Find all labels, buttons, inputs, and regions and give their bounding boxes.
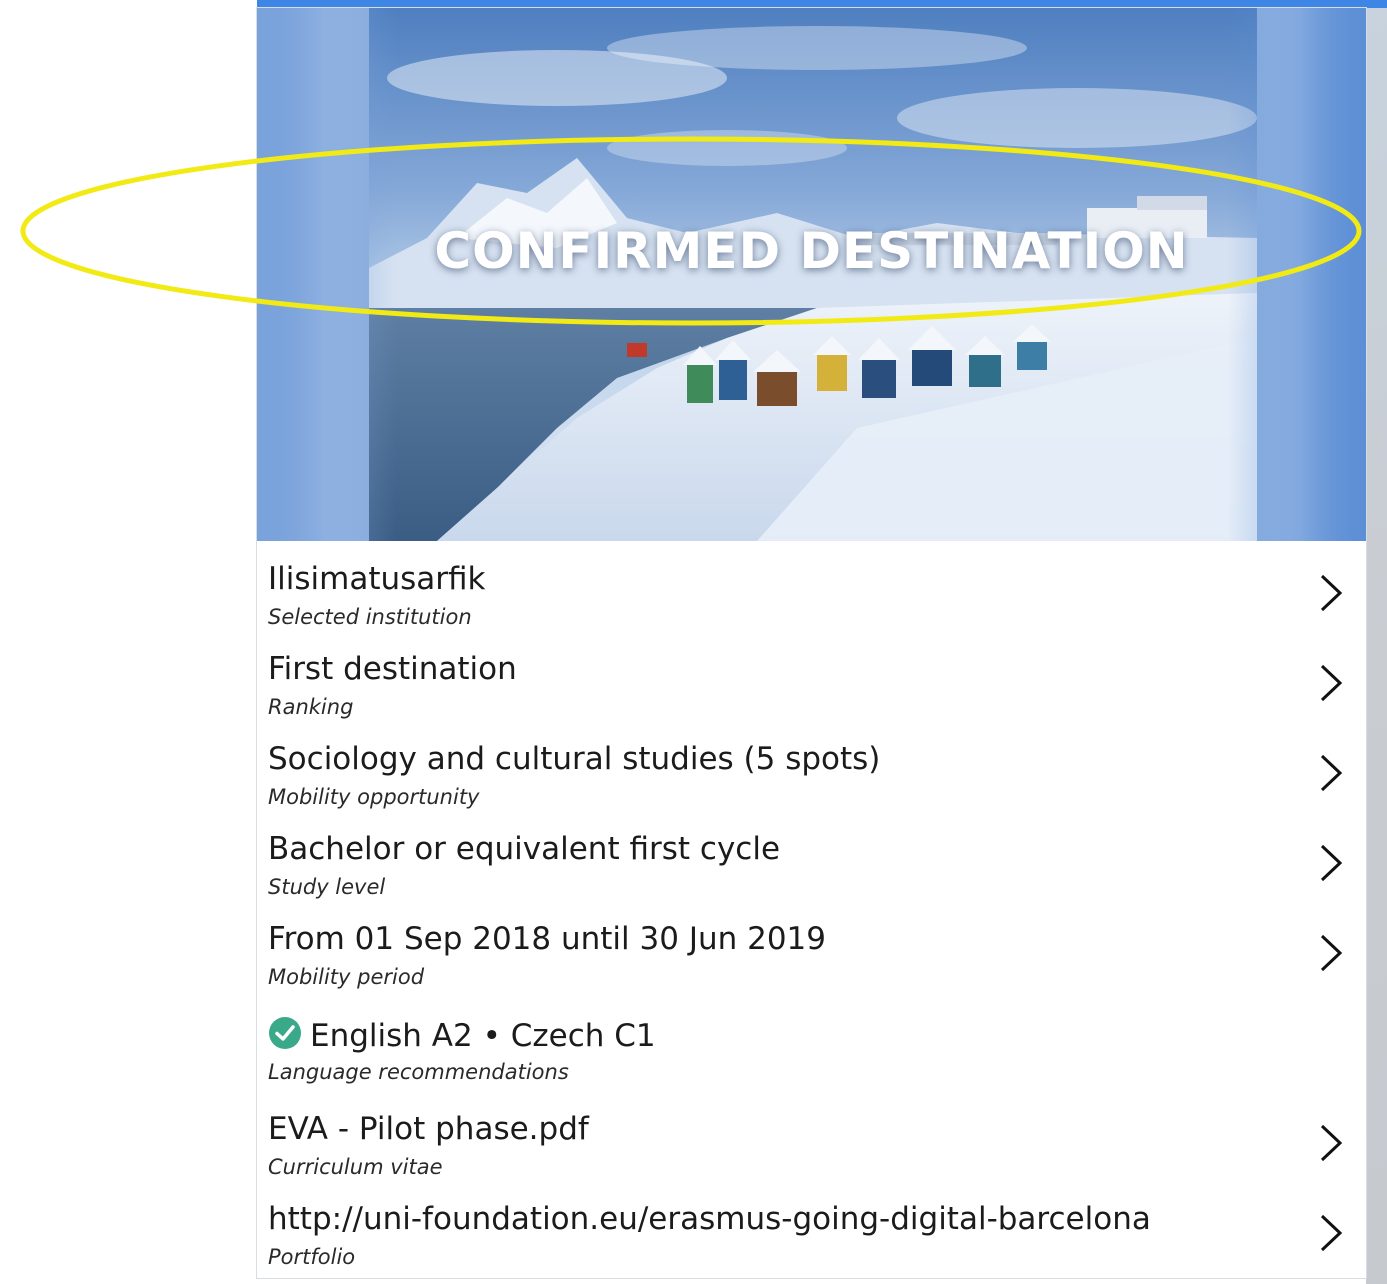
mobility-opportunity-value: Sociology and cultural studies (5 spots) [268, 741, 881, 777]
mobility-opportunity-label: Mobility opportunity [268, 785, 480, 809]
destination-card: CONFIRMED DESTINATION Ilisimatusarfik Se… [257, 8, 1366, 1278]
curriculum-vitae-value: EVA - Pilot phase.pdf [268, 1111, 589, 1147]
list-item-language-recommendations: English A2 • Czech C1 Language recommend… [268, 1004, 1358, 1088]
ranking-label: Ranking [268, 695, 354, 719]
list-item-ranking[interactable]: First destination Ranking [268, 639, 1358, 723]
list-item-study-level[interactable]: Bachelor or equivalent first cycle Study… [268, 819, 1358, 903]
mobility-period-value: From 01 Sep 2018 until 30 Jun 2019 [268, 921, 826, 957]
check-circle-icon [269, 1017, 301, 1049]
list-item-mobility-opportunity[interactable]: Sociology and cultural studies (5 spots)… [268, 729, 1358, 813]
chevron-right-icon[interactable] [1318, 933, 1344, 973]
curriculum-vitae-label: Curriculum vitae [268, 1155, 443, 1179]
language-recommendations-line: English A2 • Czech C1 [268, 1016, 656, 1054]
mobility-period-label: Mobility period [268, 965, 425, 989]
institution-value: Ilisimatusarfik [268, 561, 486, 597]
list-item-portfolio[interactable]: http://uni-foundation.eu/erasmus-going-d… [268, 1189, 1358, 1273]
background-strip [1366, 0, 1387, 1284]
chevron-right-icon[interactable] [1318, 753, 1344, 793]
ranking-value: First destination [268, 651, 517, 687]
portfolio-label: Portfolio [268, 1245, 356, 1269]
hero-title: CONFIRMED DESTINATION [434, 222, 1189, 280]
chevron-right-icon[interactable] [1318, 843, 1344, 883]
chevron-right-icon[interactable] [1318, 663, 1344, 703]
study-level-label: Study level [268, 875, 386, 899]
app-screen: CONFIRMED DESTINATION Ilisimatusarfik Se… [0, 0, 1387, 1284]
details-list: Ilisimatusarfik Selected institution Fir… [257, 541, 1366, 1278]
chevron-right-icon[interactable] [1318, 1213, 1344, 1253]
list-item-mobility-period[interactable]: From 01 Sep 2018 until 30 Jun 2019 Mobil… [268, 909, 1358, 993]
list-item-curriculum-vitae[interactable]: EVA - Pilot phase.pdf Curriculum vitae [268, 1099, 1358, 1183]
institution-label: Selected institution [268, 605, 472, 629]
chevron-right-icon[interactable] [1318, 573, 1344, 613]
portfolio-value: http://uni-foundation.eu/erasmus-going-d… [268, 1201, 1151, 1237]
language-recommendations-value: English A2 • Czech C1 [310, 1018, 656, 1054]
study-level-value: Bachelor or equivalent first cycle [268, 831, 781, 867]
chevron-right-icon[interactable] [1318, 1123, 1344, 1163]
list-item-institution[interactable]: Ilisimatusarfik Selected institution [268, 549, 1358, 633]
accent-bar [257, 0, 1387, 8]
hero-banner: CONFIRMED DESTINATION [257, 8, 1366, 541]
language-recommendations-label: Language recommendations [268, 1060, 569, 1084]
